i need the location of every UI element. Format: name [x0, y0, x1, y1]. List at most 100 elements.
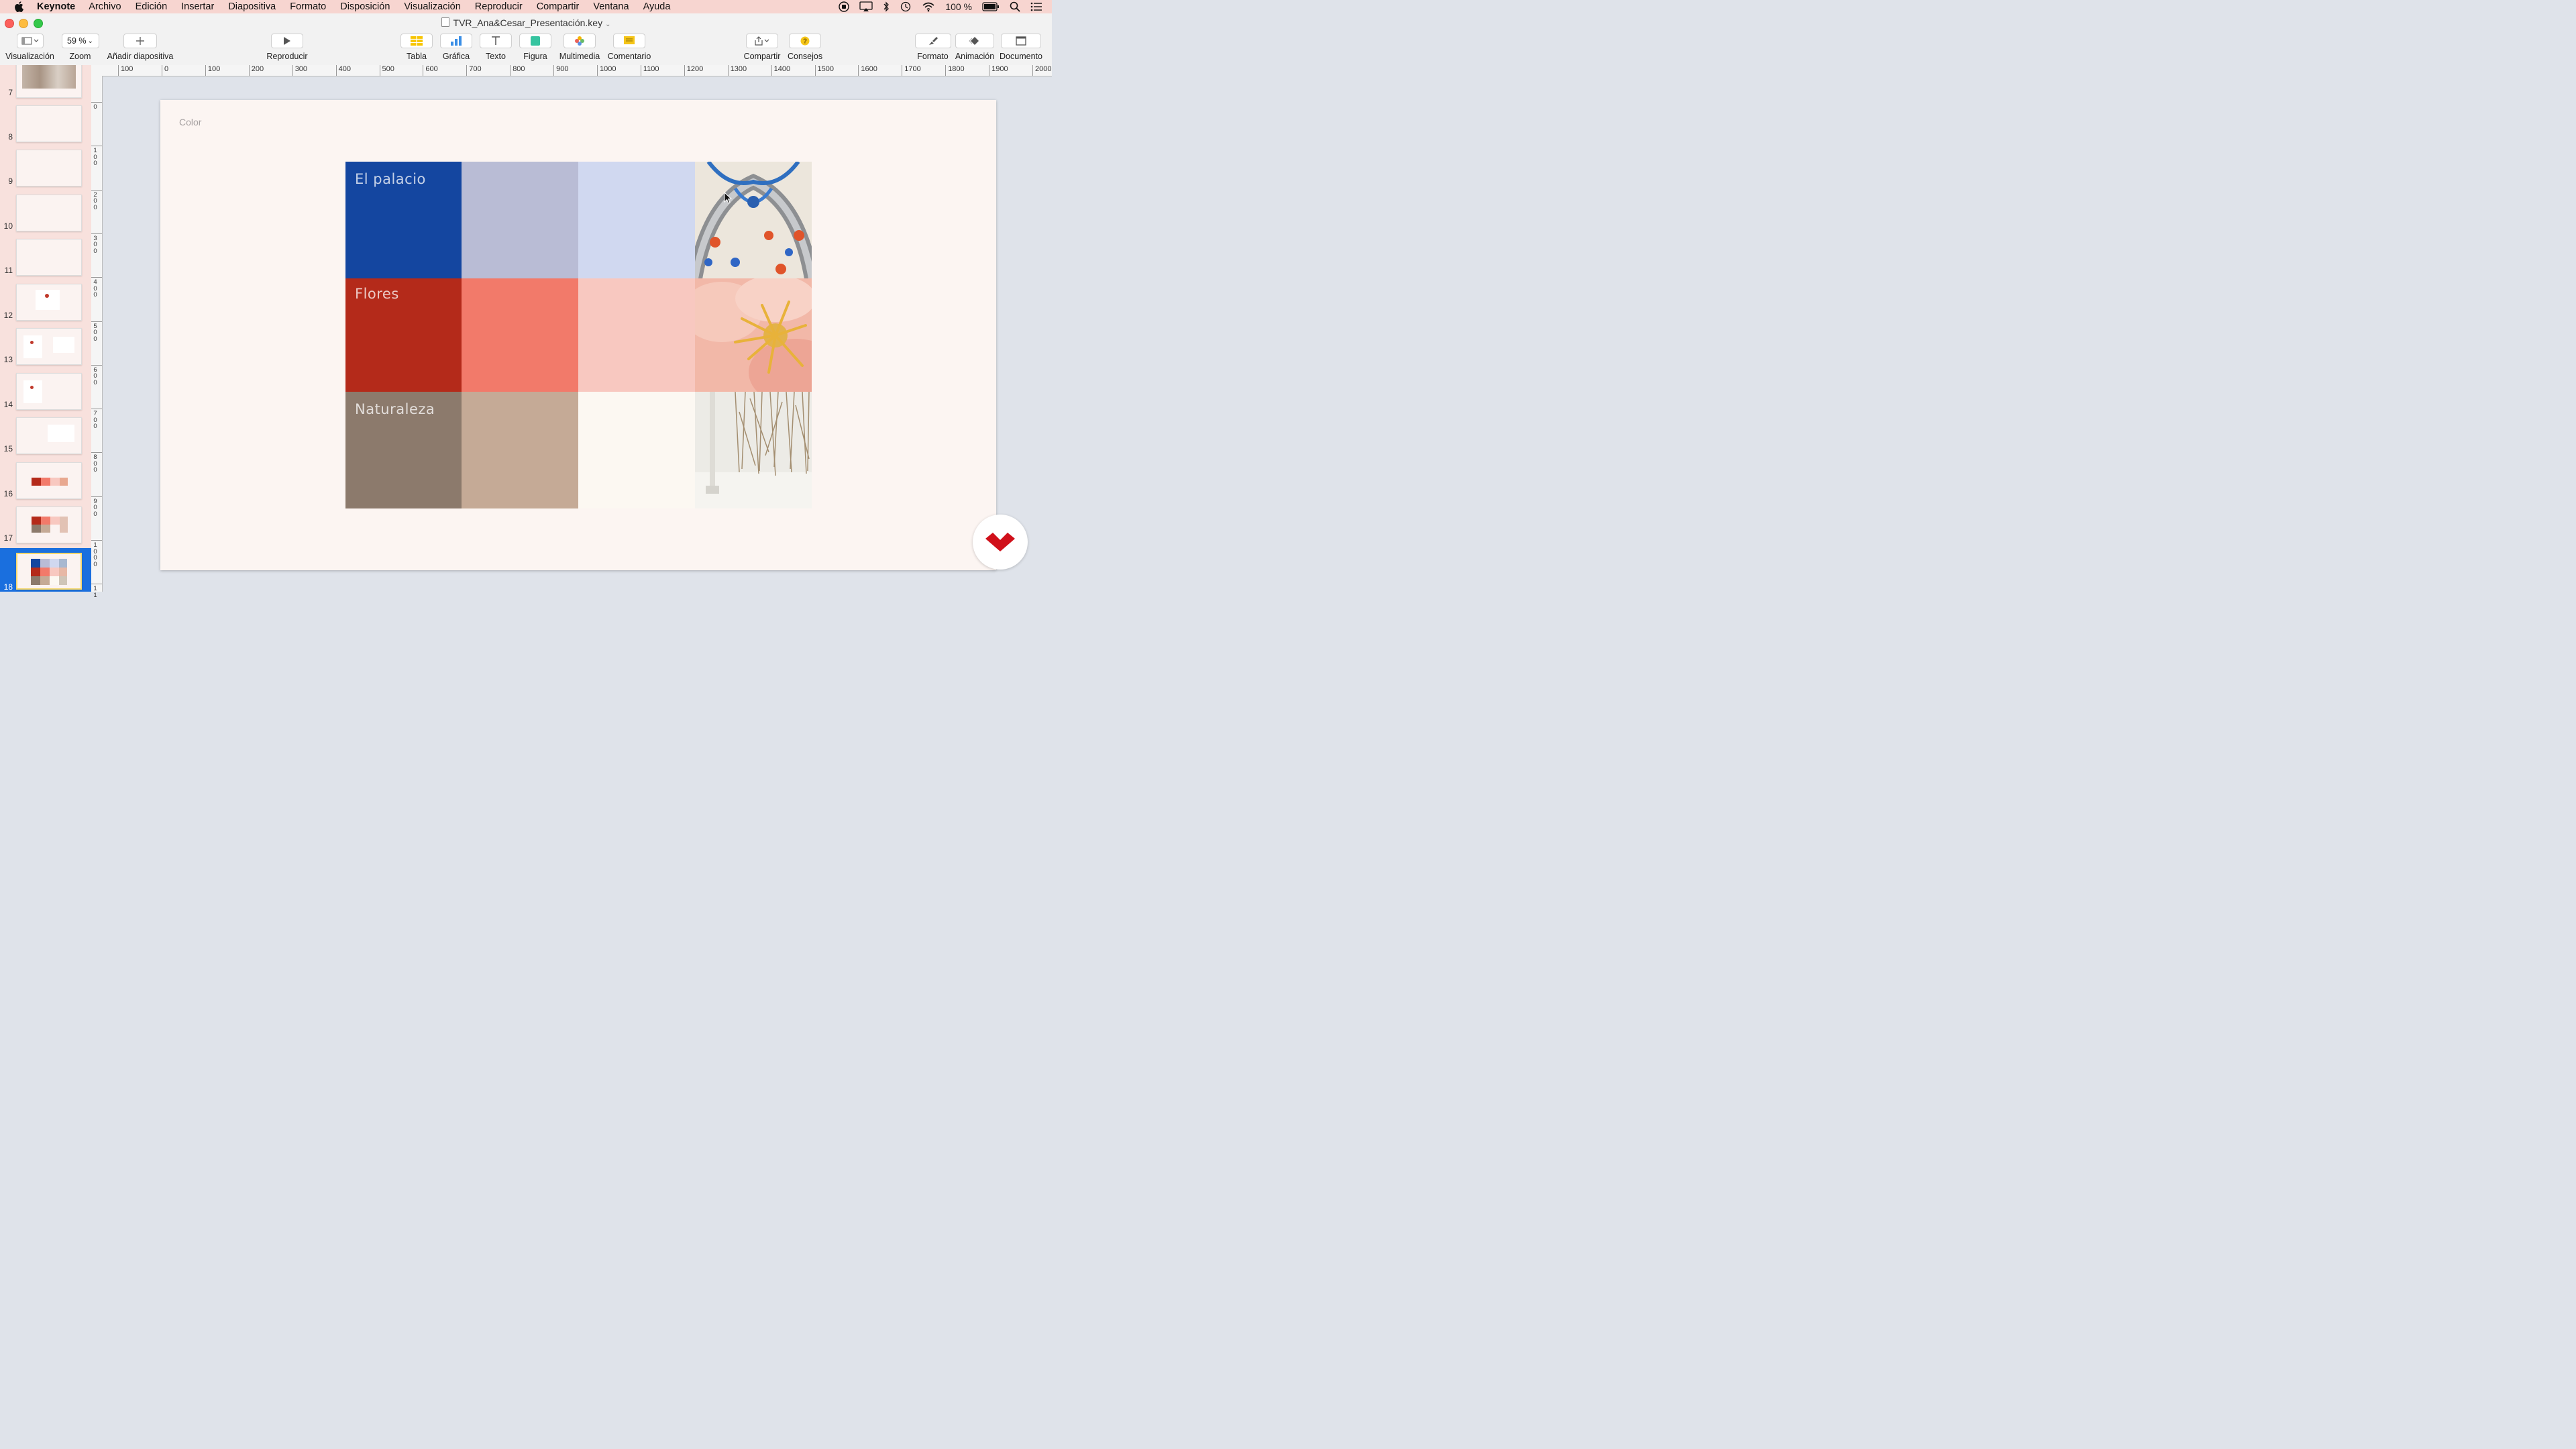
- slide-thumbnail[interactable]: 14: [0, 373, 91, 412]
- slide-thumbnail[interactable]: 15: [0, 417, 91, 456]
- time-machine-icon[interactable]: [900, 1, 912, 12]
- menu-diapositiva[interactable]: Diapositiva: [228, 1, 276, 12]
- menu-insertar[interactable]: Insertar: [181, 1, 214, 12]
- slide-thumbnail-preview[interactable]: [16, 462, 82, 499]
- h-ruler-tick: 100: [118, 65, 133, 76]
- text-button[interactable]: Texto: [480, 34, 512, 61]
- bluetooth-icon[interactable]: [883, 1, 890, 12]
- swatch-naturaleza-1[interactable]: Naturaleza: [345, 392, 462, 508]
- zoom-select[interactable]: 59 % ⌄: [61, 34, 99, 48]
- window-title[interactable]: TVR_Ana&Cesar_Presentación.key: [453, 17, 603, 28]
- swatch-flores-2[interactable]: [462, 278, 578, 392]
- swatch-palacio-2[interactable]: [462, 162, 578, 278]
- slide-thumbnail[interactable]: 9: [0, 150, 91, 189]
- thumbnail-shape: [59, 576, 67, 585]
- notification-center-icon[interactable]: [1030, 2, 1042, 11]
- slide-title[interactable]: Color: [179, 117, 201, 127]
- table-button[interactable]: Tabla: [400, 34, 433, 61]
- menu-ayuda[interactable]: Ayuda: [643, 1, 671, 12]
- slide-thumbnail[interactable]: 18: [0, 548, 91, 592]
- menu-archivo[interactable]: Archivo: [89, 1, 121, 12]
- slide-thumbnail[interactable]: 17: [0, 506, 91, 545]
- search-icon[interactable]: [1010, 1, 1020, 12]
- menu-ventana[interactable]: Ventana: [593, 1, 629, 12]
- chart-button[interactable]: Gráfica: [440, 34, 472, 61]
- row-label-flores[interactable]: Flores: [355, 286, 399, 302]
- screen-record-icon[interactable]: [839, 1, 849, 12]
- menu-edicion[interactable]: Edición: [136, 1, 168, 12]
- slide-thumbnail-preview[interactable]: [16, 195, 82, 231]
- battery-icon[interactable]: [982, 2, 1000, 11]
- horizontal-ruler[interactable]: 100 0 100 200 300 400 500 600 700 800 900 1000 1100 1…: [102, 65, 1052, 76]
- watermark-logo-badge: [973, 515, 1028, 570]
- slide-number: 7: [8, 88, 13, 97]
- swatch-naturaleza-3[interactable]: [578, 392, 695, 508]
- slide-number: 13: [3, 355, 13, 364]
- menu-visualizacion[interactable]: Visualización: [404, 1, 460, 12]
- view-button[interactable]: Visualización: [5, 34, 55, 61]
- slide-thumbnail[interactable]: 16: [0, 462, 91, 501]
- h-ruler-label: 100: [207, 65, 221, 73]
- slide-thumbnail-preview[interactable]: [16, 239, 82, 276]
- row-label-naturaleza[interactable]: Naturaleza: [355, 401, 435, 417]
- slide-thumbnail[interactable]: 7: [0, 65, 91, 100]
- menu-app-keynote[interactable]: Keynote: [37, 1, 75, 12]
- slide-thumbnail-preview[interactable]: [16, 373, 82, 410]
- h-ruler-label: 1700: [904, 65, 921, 73]
- chevron-down-icon[interactable]: ⌄: [605, 21, 610, 28]
- flower-image[interactable]: [695, 278, 812, 392]
- animate-label: Animación: [955, 52, 995, 61]
- h-ruler-label: 500: [382, 65, 394, 73]
- nature-image[interactable]: [695, 392, 812, 508]
- apple-icon[interactable]: [14, 1, 23, 12]
- swatch-flores-1[interactable]: Flores: [345, 278, 462, 392]
- tiles-image[interactable]: [695, 162, 812, 278]
- slide-thumbnail-preview[interactable]: [16, 105, 82, 142]
- slide-canvas[interactable]: Color El palacio Flores Naturaleza: [160, 100, 996, 570]
- row-label-palacio[interactable]: El palacio: [355, 171, 426, 187]
- document-button[interactable]: Documento: [998, 34, 1044, 61]
- zoom-control[interactable]: 59 % ⌄ Zoom: [61, 34, 99, 61]
- slide-thumbnail-preview[interactable]: [16, 506, 82, 543]
- slide-thumbnail-preview[interactable]: [16, 417, 82, 454]
- slide-thumbnail-preview[interactable]: [16, 328, 82, 365]
- slide-thumbnail-preview[interactable]: [16, 553, 82, 590]
- share-button[interactable]: Compartir: [743, 34, 782, 61]
- menu-formato[interactable]: Formato: [290, 1, 326, 12]
- h-ruler-label: 1000: [600, 65, 616, 73]
- slide-thumbnail-preview[interactable]: [16, 284, 82, 321]
- v-ruler-label: 500: [93, 322, 97, 343]
- menu-compartir[interactable]: Compartir: [537, 1, 580, 12]
- add-slide-button[interactable]: Añadir diapositiva: [105, 34, 175, 61]
- h-ruler-tick: 400: [335, 65, 351, 76]
- swatch-naturaleza-2[interactable]: [462, 392, 578, 508]
- format-brush-icon: [914, 34, 951, 48]
- comment-button[interactable]: Comentario: [606, 34, 652, 61]
- tips-button[interactable]: ? Consejos: [788, 34, 822, 61]
- slide-navigator[interactable]: 7 8 9 10 11 12 13 14 15 16 17 18: [0, 65, 91, 592]
- v-ruler-tick: 100: [91, 146, 102, 180]
- slide-thumbnail-preview[interactable]: [16, 150, 82, 186]
- animate-button[interactable]: Animación: [954, 34, 996, 61]
- vertical-ruler[interactable]: 0 100 200 300 400 500 600 700 800 900 1000 11: [91, 76, 103, 598]
- swatch-flores-3[interactable]: [578, 278, 695, 392]
- slide-thumbnail[interactable]: 11: [0, 239, 91, 278]
- menu-reproducir[interactable]: Reproducir: [475, 1, 523, 12]
- format-button[interactable]: Formato: [914, 34, 951, 61]
- slide-thumbnail[interactable]: 13: [0, 328, 91, 367]
- shape-button[interactable]: Figura: [519, 34, 551, 61]
- slide-thumbnail[interactable]: 12: [0, 284, 91, 323]
- comment-icon: [613, 34, 645, 48]
- slide-thumbnail-preview[interactable]: [16, 65, 82, 98]
- play-button[interactable]: Reproducir: [266, 34, 309, 61]
- h-ruler-label: 1900: [991, 65, 1008, 73]
- swatch-palacio-1[interactable]: El palacio: [345, 162, 462, 278]
- media-button[interactable]: Multimedia: [558, 34, 601, 61]
- wifi-icon[interactable]: [922, 1, 935, 12]
- h-ruler-label: 0: [164, 65, 169, 73]
- slide-thumbnail[interactable]: 8: [0, 105, 91, 144]
- swatch-palacio-3[interactable]: [578, 162, 695, 278]
- menu-disposicion[interactable]: Disposición: [340, 1, 390, 12]
- airplay-icon[interactable]: [859, 1, 873, 12]
- slide-thumbnail[interactable]: 10: [0, 195, 91, 233]
